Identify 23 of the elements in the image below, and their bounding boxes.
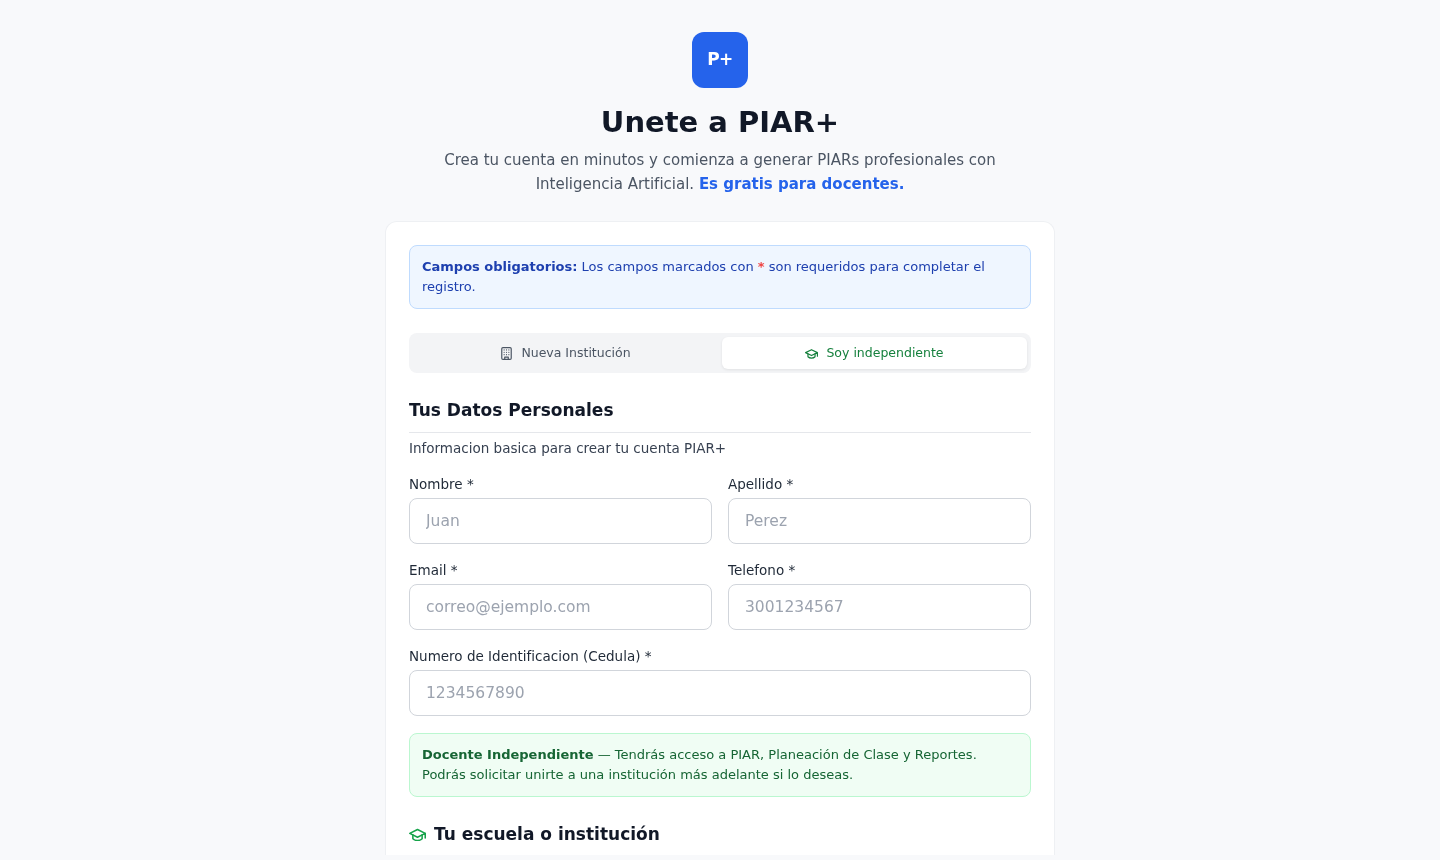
text-field[interactable]: correo@ejemplo.com	[409, 584, 712, 630]
section-heading: Tu escuela o institución	[434, 823, 660, 846]
field-label: Nombre *	[409, 475, 475, 494]
section-heading: Tus Datos Personales	[409, 399, 615, 422]
section-description: Informacion basica para crear tu cuenta PIAR+	[409, 439, 728, 458]
field-label: Email *	[409, 561, 459, 580]
required-fields-notice: Campos obligatorios: Los campos marcados con * son requeridos para completar el registro.	[409, 245, 1031, 309]
graduation-cap-icon	[805, 346, 819, 360]
page-subtitle: Crea tu cuenta en minutos y comienza a generar PIARs profesionales con Inteligencia Artificial. Es gratis para docentes.	[443, 150, 997, 195]
building-icon	[500, 346, 514, 360]
app-logo: P+	[692, 32, 748, 88]
text-field[interactable]: 1234567890	[409, 670, 1031, 716]
independent-teacher-notice: Docente Independiente — Tendrás acceso a PIAR, Planeación de Clase y Reportes. Podrás solicitar unirte a una institución más adelante si lo deseas.	[409, 733, 1031, 797]
field-label: Apellido *	[728, 475, 795, 494]
page-title: Unete a PIAR+	[600, 104, 840, 140]
field-label: Telefono *	[728, 561, 797, 580]
text-field[interactable]: Perez	[728, 498, 1031, 544]
text-field[interactable]: 3001234567	[728, 584, 1031, 630]
graduation-cap-icon	[409, 827, 426, 841]
tab[interactable]: Soy independiente	[722, 337, 1027, 369]
tab[interactable]: Nueva Institución	[413, 337, 718, 369]
text-field[interactable]: Juan	[409, 498, 712, 544]
field-label: Numero de Identificacion (Cedula) *	[409, 647, 653, 666]
